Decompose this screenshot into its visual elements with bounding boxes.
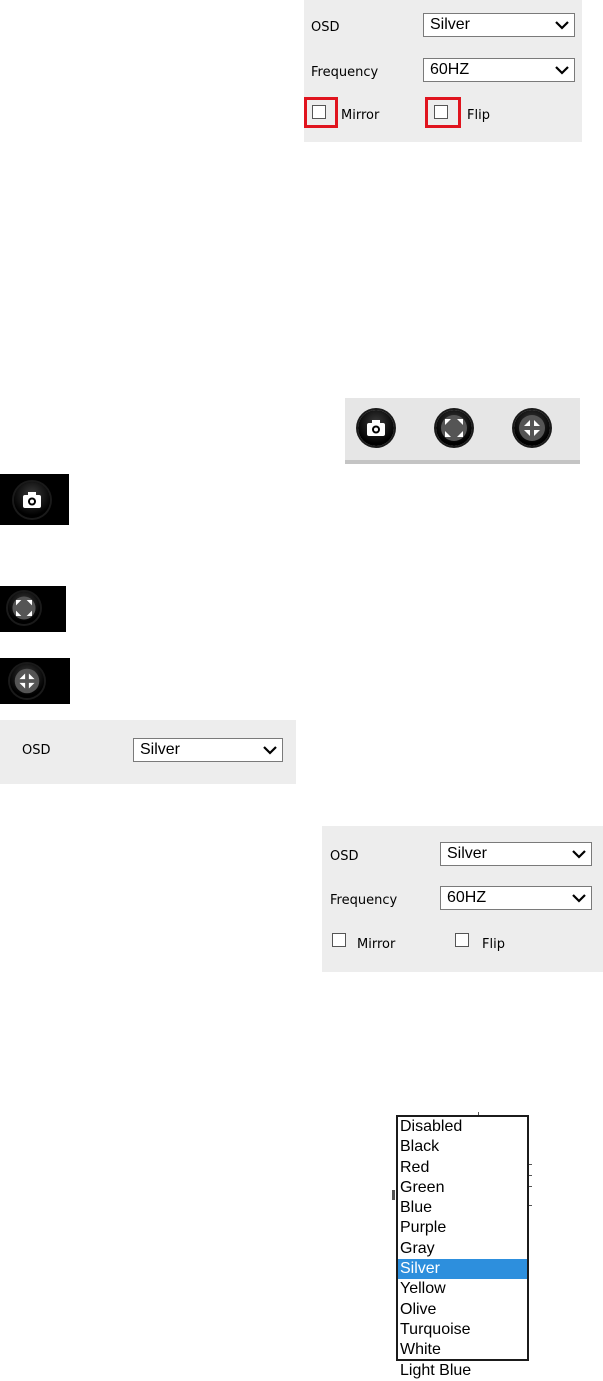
chevron-down-icon <box>263 746 277 755</box>
dropdown-option-white[interactable]: White <box>398 1340 527 1360</box>
mirror-highlight-box <box>304 97 338 128</box>
dropdown-option-purple[interactable]: Purple <box>398 1218 527 1238</box>
frequency-select-value: 60HZ <box>430 61 470 78</box>
chevron-down-icon <box>572 894 586 903</box>
chevron-down-icon <box>572 850 586 859</box>
expand-tile <box>0 586 66 632</box>
osd-label: OSD <box>311 20 340 35</box>
collapse-tile <box>0 658 70 704</box>
fullscreen-collapse-icon[interactable] <box>514 410 550 446</box>
dropdown-option-gray[interactable]: Gray <box>398 1239 527 1259</box>
fullscreen-expand-icon[interactable] <box>8 592 40 624</box>
osd-select[interactable]: Silver <box>440 842 592 866</box>
osd-row-select-value: Silver <box>140 741 181 758</box>
flip-label: Flip <box>482 937 505 952</box>
osd-row-select[interactable]: Silver <box>133 738 283 762</box>
dropdown-option-olive[interactable]: Olive <box>398 1300 527 1320</box>
osd-dropdown-list: Disabled Black Red Green Blue Purple Gray Silve… <box>396 1115 529 1379</box>
osd-select-value: Silver <box>447 845 488 862</box>
dropdown-option-turquoise[interactable]: Turquoise <box>398 1320 527 1340</box>
frequency-select[interactable]: 60HZ <box>440 886 592 910</box>
background-tick <box>392 1190 395 1200</box>
dropdown-option-blue[interactable]: Blue <box>398 1198 527 1218</box>
fullscreen-expand-icon[interactable] <box>436 410 472 446</box>
camera-snapshot-icon[interactable] <box>14 482 50 518</box>
dropdown-option-light-blue[interactable]: Light Blue <box>398 1361 527 1381</box>
fullscreen-collapse-icon[interactable] <box>10 664 44 698</box>
mirror-checkbox[interactable] <box>332 933 346 947</box>
dropdown-option-yellow[interactable]: Yellow <box>398 1279 527 1299</box>
flip-checkbox[interactable] <box>455 933 469 947</box>
flip-highlight-box <box>425 97 461 128</box>
frequency-label: Frequency <box>330 893 398 908</box>
dropdown-option-green[interactable]: Green <box>398 1178 527 1198</box>
dropdown-option-black[interactable]: Black <box>398 1137 527 1157</box>
frequency-select[interactable]: 60HZ <box>423 58 575 82</box>
mirror-label: Mirror <box>357 937 396 952</box>
chevron-down-icon <box>555 66 569 75</box>
mirror-label: Mirror <box>341 108 380 123</box>
dropdown-option-silver[interactable]: Silver <box>398 1259 527 1280</box>
frequency-select-value: 60HZ <box>447 889 487 906</box>
frequency-label: Frequency <box>311 65 379 80</box>
dropdown-option-disabled[interactable]: Disabled <box>398 1117 527 1137</box>
flip-label: Flip <box>467 108 490 123</box>
osd-label: OSD <box>330 849 359 864</box>
osd-select-value: Silver <box>430 16 471 33</box>
camera-snapshot-icon[interactable] <box>358 410 394 446</box>
chevron-down-icon <box>555 21 569 30</box>
osd-row-label: OSD <box>22 743 51 758</box>
snapshot-tile <box>0 474 69 525</box>
osd-select[interactable]: Silver <box>423 13 575 37</box>
dropdown-option-red[interactable]: Red <box>398 1158 527 1178</box>
